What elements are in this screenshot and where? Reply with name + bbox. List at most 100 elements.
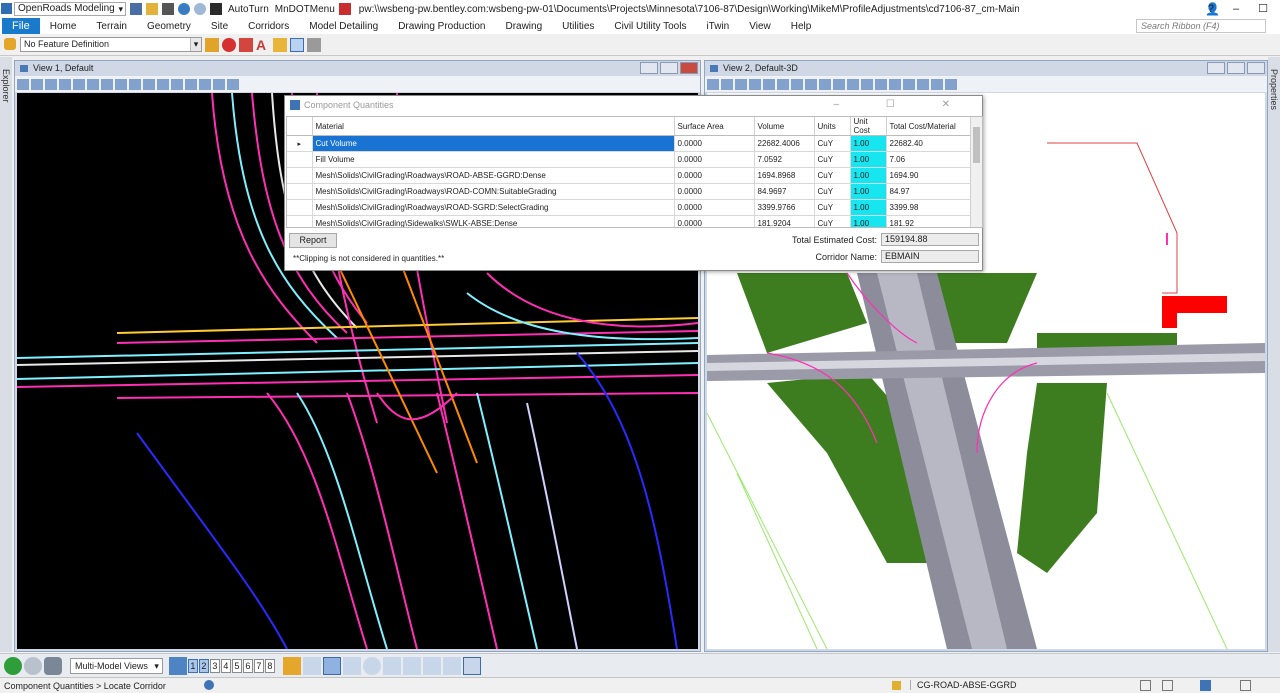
view-toggle-8[interactable]: 8 bbox=[264, 658, 275, 673]
column-units[interactable]: Units bbox=[814, 117, 851, 136]
table-row[interactable]: Mesh\Solids\CivilGrading\Sidewalks\SWLK-… bbox=[287, 215, 971, 227]
center-snap-icon[interactable] bbox=[362, 656, 381, 675]
dialog-window-controls[interactable]: – ☐ ✕ bbox=[834, 99, 972, 110]
explorer-strip[interactable]: Explorer bbox=[0, 57, 12, 652]
quantities-grid[interactable]: Material Surface Area Volume Units Unit … bbox=[286, 116, 983, 228]
volume-cell[interactable]: 3399.9766 bbox=[754, 199, 815, 216]
units-cell[interactable]: CuY bbox=[814, 183, 851, 200]
properties-strip[interactable]: Properties bbox=[1268, 57, 1280, 652]
column-surface-area[interactable]: Surface Area bbox=[674, 117, 755, 136]
active-level[interactable]: CG-ROAD-ABSE-GGRD bbox=[910, 680, 1017, 690]
volume-cell[interactable]: 84.9697 bbox=[754, 183, 815, 200]
total-cost-cell[interactable]: 7.06 bbox=[886, 151, 971, 168]
forward-icon[interactable] bbox=[24, 656, 42, 675]
total-cost-cell[interactable]: 84.97 bbox=[886, 183, 971, 200]
row-header[interactable] bbox=[287, 183, 313, 200]
autoturn-menu[interactable]: AutoTurn bbox=[228, 4, 269, 15]
units-cell[interactable]: CuY bbox=[814, 135, 851, 152]
table-row[interactable]: Fill Volume 0.0000 7.0592 CuY 1.00 7.06 bbox=[287, 151, 971, 168]
surface-area-cell[interactable]: 0.0000 bbox=[674, 167, 755, 184]
tab-geometry[interactable]: Geometry bbox=[137, 21, 201, 32]
pen-icon[interactable] bbox=[273, 37, 287, 52]
model-icon[interactable] bbox=[44, 656, 62, 675]
back-icon[interactable] bbox=[4, 656, 22, 675]
tab-site[interactable]: Site bbox=[201, 21, 238, 32]
multi-model-views-select[interactable]: Multi-Model Views bbox=[70, 657, 163, 674]
table-row[interactable]: Mesh\Solids\CivilGrading\Roadways\ROAD-A… bbox=[287, 167, 971, 184]
view-toggle-1[interactable]: 1 bbox=[187, 658, 198, 673]
view-group-icon[interactable] bbox=[168, 656, 187, 675]
tab-corridors[interactable]: Corridors bbox=[238, 21, 299, 32]
redo-icon[interactable] bbox=[194, 3, 206, 15]
surface-area-cell[interactable]: 0.0000 bbox=[674, 151, 755, 168]
material-cell[interactable]: Mesh\Solids\CivilGrading\Roadways\ROAD-A… bbox=[312, 167, 675, 184]
unit-cost-cell[interactable]: 1.00 bbox=[850, 183, 887, 200]
close-icon[interactable] bbox=[1247, 62, 1265, 74]
status-tool-icon[interactable] bbox=[1140, 680, 1151, 691]
row-header[interactable] bbox=[287, 151, 313, 168]
save-icon[interactable] bbox=[130, 3, 142, 15]
surface-area-cell[interactable]: 0.0000 bbox=[674, 135, 755, 152]
unit-cost-cell[interactable]: 1.00 bbox=[850, 135, 887, 152]
view-2-toolbar[interactable] bbox=[705, 76, 1267, 92]
column-volume[interactable]: Volume bbox=[754, 117, 815, 136]
view-2-window-controls[interactable] bbox=[1207, 62, 1265, 74]
surface-area-cell[interactable]: 0.0000 bbox=[674, 215, 755, 227]
unit-cost-cell[interactable]: 1.00 bbox=[850, 167, 887, 184]
tab-model-detailing[interactable]: Model Detailing bbox=[299, 21, 388, 32]
bisector-snap-icon[interactable] bbox=[462, 656, 481, 675]
material-cell[interactable]: Mesh\Solids\CivilGrading\Roadways\ROAD-S… bbox=[312, 199, 675, 216]
view-toggle-4[interactable]: 4 bbox=[220, 658, 231, 673]
select-icon[interactable] bbox=[210, 3, 222, 15]
window-controls[interactable]: ? – ☐ bbox=[1208, 2, 1276, 15]
active-tool-icon[interactable] bbox=[290, 37, 304, 52]
units-cell[interactable]: CuY bbox=[814, 215, 851, 227]
tab-view[interactable]: View bbox=[739, 21, 781, 32]
tab-civil-utility-tools[interactable]: Civil Utility Tools bbox=[604, 21, 696, 32]
tab-terrain[interactable]: Terrain bbox=[86, 21, 137, 32]
row-header[interactable] bbox=[287, 167, 313, 184]
unit-cost-cell[interactable]: 1.00 bbox=[850, 199, 887, 216]
feature-definition-select[interactable]: No Feature Definition bbox=[20, 37, 202, 52]
status-tool-icon[interactable] bbox=[1240, 680, 1251, 691]
table-row[interactable]: ▸ Cut Volume 0.0000 22682.4006 CuY 1.00 … bbox=[287, 135, 971, 152]
total-cost-cell[interactable]: 22682.40 bbox=[886, 135, 971, 152]
brush-icon[interactable] bbox=[307, 37, 321, 52]
tab-home[interactable]: Home bbox=[40, 21, 87, 32]
restore-icon[interactable] bbox=[1227, 62, 1245, 74]
material-cell[interactable]: Cut Volume bbox=[312, 135, 675, 152]
origin-snap-icon[interactable] bbox=[382, 656, 401, 675]
view-toggle-6[interactable]: 6 bbox=[242, 658, 253, 673]
total-cost-cell[interactable]: 181.92 bbox=[886, 215, 971, 227]
volume-cell[interactable]: 1694.8968 bbox=[754, 167, 815, 184]
units-cell[interactable]: CuY bbox=[814, 151, 851, 168]
tangent-snap-icon[interactable] bbox=[402, 656, 421, 675]
tab-utilities[interactable]: Utilities bbox=[552, 21, 604, 32]
unit-cost-cell[interactable]: 1.00 bbox=[850, 215, 887, 227]
status-tool-icon[interactable] bbox=[1162, 680, 1173, 691]
tab-itwin[interactable]: iTwin bbox=[696, 21, 739, 32]
units-cell[interactable]: CuY bbox=[814, 199, 851, 216]
print-icon[interactable] bbox=[162, 3, 174, 15]
restore-icon[interactable] bbox=[660, 62, 678, 74]
file-tab[interactable]: File bbox=[2, 18, 40, 34]
column-unit-cost[interactable]: Unit Cost bbox=[850, 117, 887, 136]
snap-icon[interactable] bbox=[282, 656, 301, 675]
row-header[interactable] bbox=[287, 215, 313, 227]
row-header[interactable] bbox=[287, 199, 313, 216]
column-material[interactable]: Material bbox=[312, 117, 675, 136]
close-file-icon[interactable] bbox=[338, 3, 351, 15]
minimize-icon[interactable] bbox=[1207, 62, 1225, 74]
volume-cell[interactable]: 22682.4006 bbox=[754, 135, 815, 152]
table-row[interactable]: Mesh\Solids\CivilGrading\Roadways\ROAD-S… bbox=[287, 199, 971, 216]
view-1-window-controls[interactable] bbox=[640, 62, 698, 74]
info-icon[interactable] bbox=[204, 680, 214, 690]
tab-drawing[interactable]: Drawing bbox=[495, 21, 552, 32]
table-row[interactable]: Mesh\Solids\CivilGrading\Roadways\ROAD-C… bbox=[287, 183, 971, 200]
linestyle-icon[interactable] bbox=[239, 37, 253, 52]
status-tool-icon[interactable] bbox=[1200, 680, 1211, 691]
total-cost-cell[interactable]: 3399.98 bbox=[886, 199, 971, 216]
workspace-selector[interactable]: OpenRoads Modeling bbox=[14, 2, 126, 16]
search-ribbon-input[interactable]: Search Ribbon (F4) bbox=[1136, 19, 1266, 33]
view-toggle-7[interactable]: 7 bbox=[253, 658, 264, 673]
